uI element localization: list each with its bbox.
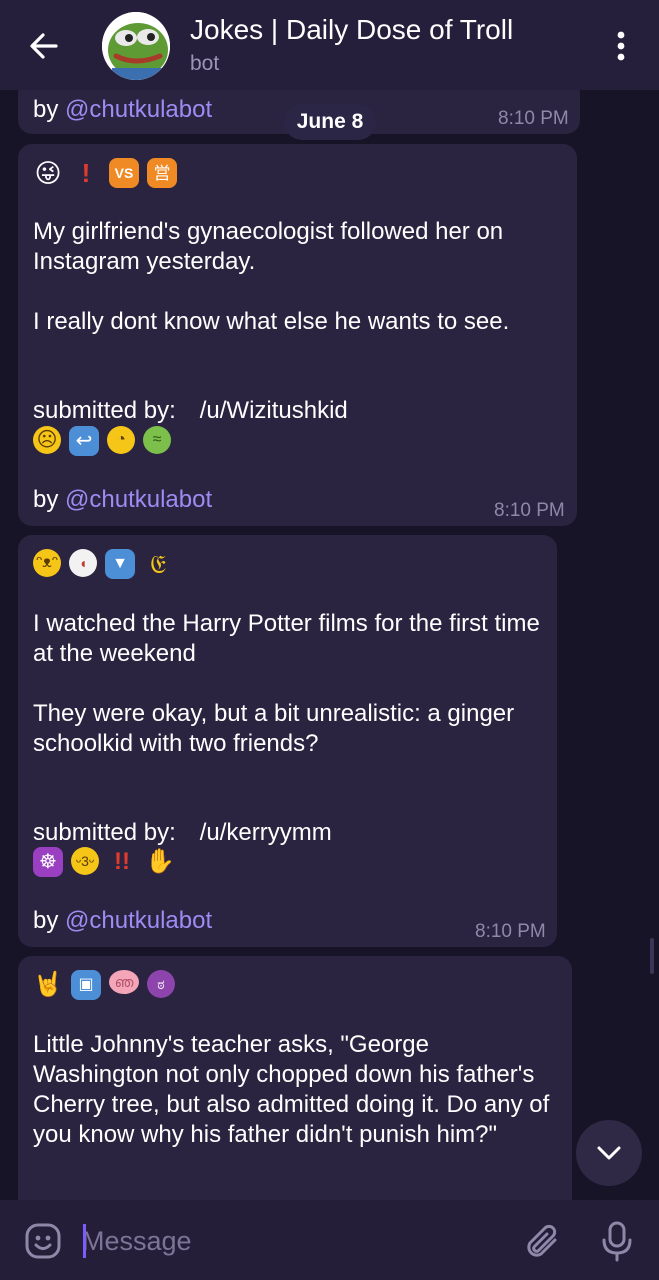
vs-button-icon: VS: [109, 158, 139, 188]
emoji-row: ☹ ↩ ◔ ≈: [33, 426, 171, 456]
emoji-row: 😜 ! VS 営: [33, 158, 177, 188]
bot-mention-link[interactable]: @chutkulabot: [65, 486, 212, 513]
message-input[interactable]: [82, 1220, 502, 1262]
face-with-monocle-icon: ◔: [107, 426, 135, 454]
message-composer: [0, 1200, 659, 1280]
submitted-user: /u/Wizitushkid: [199, 397, 348, 424]
more-options-icon[interactable]: [606, 26, 636, 66]
avatar[interactable]: [102, 12, 170, 80]
date-separator: June 8: [284, 104, 376, 140]
microphone-icon[interactable]: [600, 1220, 634, 1262]
message-time: 8:10 PM: [498, 108, 569, 129]
emoji-row: ☸ ᵕ3ᵕ !! ✋: [33, 847, 175, 877]
chat-header: Jokes | Daily Dose of Troll bot: [0, 0, 659, 90]
scroll-indicator: [650, 938, 654, 974]
scroll-to-bottom-button[interactable]: [576, 1120, 642, 1186]
pepe-frog-icon: [102, 12, 170, 80]
message-signature: by @chutkulabot: [33, 96, 213, 123]
emoji-keyboard-icon[interactable]: [24, 1222, 62, 1260]
message-bubble[interactable]: ᵔᴥᵔ ◖ ▼ 𝔈 I watched the Harry Potter fil…: [18, 535, 557, 947]
wheel-of-dharma-icon: ☸: [33, 847, 63, 877]
message-time: 8:10 PM: [475, 921, 546, 942]
right-arrow-curving-left-icon: ↩: [69, 426, 99, 456]
grinning-cat-icon: ᵔᴥᵔ: [33, 549, 61, 577]
message-time: 8:10 PM: [494, 500, 565, 521]
back-arrow-icon[interactable]: [26, 28, 62, 64]
message-text: My girlfriend's gynaecologist followed h…: [33, 218, 510, 335]
emoji-row: ᵔᴥᵔ ◖ ▼ 𝔈: [33, 549, 173, 579]
zany-face-icon: 😜: [34, 158, 62, 188]
passenger-ship-icon: ▣: [71, 970, 101, 1000]
kissing-cat-icon: ᵕ3ᵕ: [71, 847, 99, 875]
brain-icon: ഞ: [109, 970, 139, 994]
message-text: Little Johnny's teacher asks, "George Wa…: [33, 1031, 550, 1148]
waving-hand-icon: ✋: [145, 848, 175, 875]
text-cursor: [83, 1224, 86, 1258]
ear-icon: 𝔈: [150, 549, 166, 579]
chat-subtitle: bot: [190, 52, 220, 75]
down-button-icon: ▼: [105, 549, 135, 579]
exclamation-icon: !: [81, 158, 91, 188]
chat-title[interactable]: Jokes | Daily Dose of Troll: [190, 14, 513, 46]
chevron-down-icon: [597, 1146, 621, 1160]
sign-of-horns-icon: 🤘: [33, 971, 63, 998]
message-signature: by @chutkulabot: [33, 486, 213, 513]
message-bubble[interactable]: 😜 ! VS 営 My girlfriend's gynaecologist f…: [18, 144, 577, 526]
baseball-icon: ◖: [69, 549, 97, 577]
nauseated-face-icon: ≈: [143, 426, 171, 454]
message-signature: by @chutkulabot: [33, 907, 213, 934]
submitted-user: /u/kerryymm: [199, 819, 332, 846]
japanese-open-for-business-icon: 営: [147, 158, 177, 188]
bot-mention-link[interactable]: @chutkulabot: [65, 96, 212, 123]
angry-face-with-horns-icon: ಠ: [147, 970, 175, 998]
emoji-row: 🤘 ▣ ഞ ಠ: [33, 970, 175, 1000]
double-exclamation-icon: !!: [114, 848, 130, 875]
message-bubble[interactable]: 🤘 ▣ ഞ ಠ Little Johnny's teacher asks, "G…: [18, 956, 572, 1216]
frowning-face-icon: ☹: [33, 426, 61, 454]
message-text: I watched the Harry Potter films for the…: [33, 610, 540, 757]
submitted-by: submitted by:/u/Wizitushkid: [33, 397, 348, 424]
bot-mention-link[interactable]: @chutkulabot: [65, 907, 212, 934]
attachment-paperclip-icon[interactable]: [524, 1222, 562, 1262]
submitted-by: submitted by:/u/kerryymm: [33, 819, 332, 846]
